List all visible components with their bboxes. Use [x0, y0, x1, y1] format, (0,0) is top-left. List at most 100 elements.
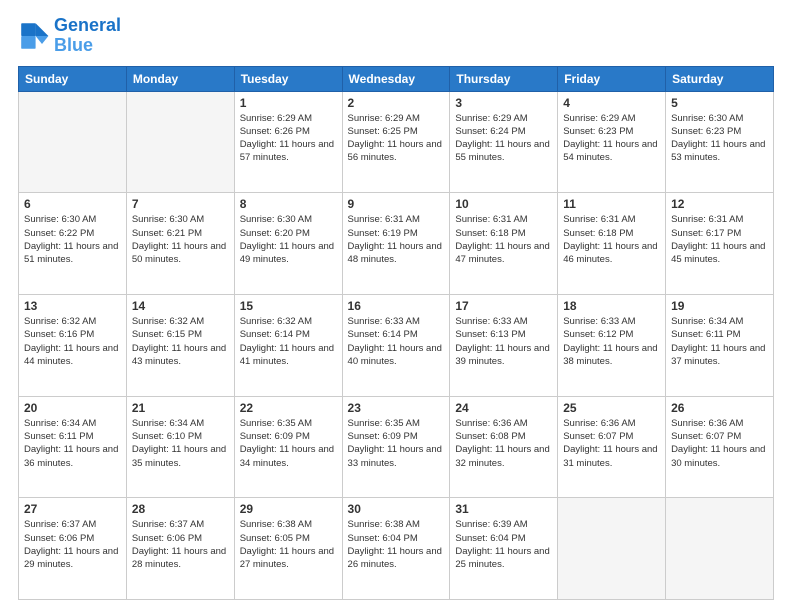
day-info: Sunrise: 6:36 AM Sunset: 6:07 PM Dayligh…: [671, 417, 768, 470]
calendar-cell: 14 Sunrise: 6:32 AM Sunset: 6:15 PM Dayl…: [126, 294, 234, 396]
page-container: General Blue SundayMondayTuesdayWednesda…: [0, 0, 792, 612]
weekday-header-monday: Monday: [126, 66, 234, 91]
calendar-cell: [19, 91, 127, 193]
calendar-week-4: 20 Sunrise: 6:34 AM Sunset: 6:11 PM Dayl…: [19, 396, 774, 498]
calendar-cell: 25 Sunrise: 6:36 AM Sunset: 6:07 PM Dayl…: [558, 396, 666, 498]
day-number: 8: [240, 197, 337, 211]
day-info: Sunrise: 6:31 AM Sunset: 6:18 PM Dayligh…: [563, 213, 660, 266]
calendar-cell: 30 Sunrise: 6:38 AM Sunset: 6:04 PM Dayl…: [342, 498, 450, 600]
day-info: Sunrise: 6:32 AM Sunset: 6:16 PM Dayligh…: [24, 315, 121, 368]
weekday-header-row: SundayMondayTuesdayWednesdayThursdayFrid…: [19, 66, 774, 91]
day-number: 7: [132, 197, 229, 211]
day-info: Sunrise: 6:33 AM Sunset: 6:12 PM Dayligh…: [563, 315, 660, 368]
calendar-table: SundayMondayTuesdayWednesdayThursdayFrid…: [18, 66, 774, 600]
day-number: 25: [563, 401, 660, 415]
weekday-header-sunday: Sunday: [19, 66, 127, 91]
day-number: 10: [455, 197, 552, 211]
day-info: Sunrise: 6:34 AM Sunset: 6:11 PM Dayligh…: [24, 417, 121, 470]
day-info: Sunrise: 6:29 AM Sunset: 6:25 PM Dayligh…: [348, 112, 445, 165]
calendar-cell: 23 Sunrise: 6:35 AM Sunset: 6:09 PM Dayl…: [342, 396, 450, 498]
day-info: Sunrise: 6:31 AM Sunset: 6:17 PM Dayligh…: [671, 213, 768, 266]
calendar-cell: 12 Sunrise: 6:31 AM Sunset: 6:17 PM Dayl…: [666, 193, 774, 295]
calendar-cell: 26 Sunrise: 6:36 AM Sunset: 6:07 PM Dayl…: [666, 396, 774, 498]
day-number: 9: [348, 197, 445, 211]
day-info: Sunrise: 6:29 AM Sunset: 6:26 PM Dayligh…: [240, 112, 337, 165]
day-number: 5: [671, 96, 768, 110]
day-number: 31: [455, 502, 552, 516]
day-number: 11: [563, 197, 660, 211]
day-number: 21: [132, 401, 229, 415]
day-info: Sunrise: 6:32 AM Sunset: 6:14 PM Dayligh…: [240, 315, 337, 368]
calendar-cell: 17 Sunrise: 6:33 AM Sunset: 6:13 PM Dayl…: [450, 294, 558, 396]
day-number: 23: [348, 401, 445, 415]
weekday-header-wednesday: Wednesday: [342, 66, 450, 91]
calendar-cell: 21 Sunrise: 6:34 AM Sunset: 6:10 PM Dayl…: [126, 396, 234, 498]
day-number: 16: [348, 299, 445, 313]
calendar-cell: 24 Sunrise: 6:36 AM Sunset: 6:08 PM Dayl…: [450, 396, 558, 498]
day-info: Sunrise: 6:30 AM Sunset: 6:20 PM Dayligh…: [240, 213, 337, 266]
day-number: 18: [563, 299, 660, 313]
logo: General Blue: [18, 16, 121, 56]
weekday-header-saturday: Saturday: [666, 66, 774, 91]
logo-text: General Blue: [54, 16, 121, 56]
day-number: 26: [671, 401, 768, 415]
day-info: Sunrise: 6:37 AM Sunset: 6:06 PM Dayligh…: [132, 518, 229, 571]
day-number: 13: [24, 299, 121, 313]
day-number: 15: [240, 299, 337, 313]
day-info: Sunrise: 6:33 AM Sunset: 6:14 PM Dayligh…: [348, 315, 445, 368]
day-info: Sunrise: 6:31 AM Sunset: 6:19 PM Dayligh…: [348, 213, 445, 266]
logo-icon: [18, 20, 50, 52]
day-number: 17: [455, 299, 552, 313]
day-info: Sunrise: 6:30 AM Sunset: 6:23 PM Dayligh…: [671, 112, 768, 165]
day-info: Sunrise: 6:29 AM Sunset: 6:23 PM Dayligh…: [563, 112, 660, 165]
weekday-header-thursday: Thursday: [450, 66, 558, 91]
day-number: 12: [671, 197, 768, 211]
day-info: Sunrise: 6:39 AM Sunset: 6:04 PM Dayligh…: [455, 518, 552, 571]
calendar-cell: 15 Sunrise: 6:32 AM Sunset: 6:14 PM Dayl…: [234, 294, 342, 396]
day-info: Sunrise: 6:33 AM Sunset: 6:13 PM Dayligh…: [455, 315, 552, 368]
day-number: 24: [455, 401, 552, 415]
calendar-week-2: 6 Sunrise: 6:30 AM Sunset: 6:22 PM Dayli…: [19, 193, 774, 295]
day-info: Sunrise: 6:34 AM Sunset: 6:10 PM Dayligh…: [132, 417, 229, 470]
calendar-cell: 2 Sunrise: 6:29 AM Sunset: 6:25 PM Dayli…: [342, 91, 450, 193]
calendar-week-3: 13 Sunrise: 6:32 AM Sunset: 6:16 PM Dayl…: [19, 294, 774, 396]
day-number: 2: [348, 96, 445, 110]
calendar-cell: 4 Sunrise: 6:29 AM Sunset: 6:23 PM Dayli…: [558, 91, 666, 193]
day-info: Sunrise: 6:34 AM Sunset: 6:11 PM Dayligh…: [671, 315, 768, 368]
calendar-cell: 18 Sunrise: 6:33 AM Sunset: 6:12 PM Dayl…: [558, 294, 666, 396]
day-number: 20: [24, 401, 121, 415]
calendar-cell: 20 Sunrise: 6:34 AM Sunset: 6:11 PM Dayl…: [19, 396, 127, 498]
day-number: 14: [132, 299, 229, 313]
calendar-cell: 22 Sunrise: 6:35 AM Sunset: 6:09 PM Dayl…: [234, 396, 342, 498]
calendar-cell: [558, 498, 666, 600]
day-info: Sunrise: 6:36 AM Sunset: 6:07 PM Dayligh…: [563, 417, 660, 470]
header: General Blue: [18, 16, 774, 56]
day-number: 19: [671, 299, 768, 313]
calendar-week-1: 1 Sunrise: 6:29 AM Sunset: 6:26 PM Dayli…: [19, 91, 774, 193]
calendar-cell: 28 Sunrise: 6:37 AM Sunset: 6:06 PM Dayl…: [126, 498, 234, 600]
weekday-header-tuesday: Tuesday: [234, 66, 342, 91]
day-info: Sunrise: 6:35 AM Sunset: 6:09 PM Dayligh…: [240, 417, 337, 470]
day-number: 6: [24, 197, 121, 211]
weekday-header-friday: Friday: [558, 66, 666, 91]
day-number: 3: [455, 96, 552, 110]
calendar-cell: 29 Sunrise: 6:38 AM Sunset: 6:05 PM Dayl…: [234, 498, 342, 600]
calendar-week-5: 27 Sunrise: 6:37 AM Sunset: 6:06 PM Dayl…: [19, 498, 774, 600]
calendar-cell: [126, 91, 234, 193]
day-info: Sunrise: 6:36 AM Sunset: 6:08 PM Dayligh…: [455, 417, 552, 470]
day-info: Sunrise: 6:32 AM Sunset: 6:15 PM Dayligh…: [132, 315, 229, 368]
day-info: Sunrise: 6:35 AM Sunset: 6:09 PM Dayligh…: [348, 417, 445, 470]
day-number: 22: [240, 401, 337, 415]
calendar-cell: 11 Sunrise: 6:31 AM Sunset: 6:18 PM Dayl…: [558, 193, 666, 295]
day-info: Sunrise: 6:29 AM Sunset: 6:24 PM Dayligh…: [455, 112, 552, 165]
day-number: 28: [132, 502, 229, 516]
calendar-cell: 1 Sunrise: 6:29 AM Sunset: 6:26 PM Dayli…: [234, 91, 342, 193]
day-number: 4: [563, 96, 660, 110]
calendar-cell: 16 Sunrise: 6:33 AM Sunset: 6:14 PM Dayl…: [342, 294, 450, 396]
calendar-cell: 19 Sunrise: 6:34 AM Sunset: 6:11 PM Dayl…: [666, 294, 774, 396]
day-info: Sunrise: 6:31 AM Sunset: 6:18 PM Dayligh…: [455, 213, 552, 266]
day-number: 27: [24, 502, 121, 516]
day-info: Sunrise: 6:38 AM Sunset: 6:05 PM Dayligh…: [240, 518, 337, 571]
calendar-cell: 7 Sunrise: 6:30 AM Sunset: 6:21 PM Dayli…: [126, 193, 234, 295]
calendar-cell: 8 Sunrise: 6:30 AM Sunset: 6:20 PM Dayli…: [234, 193, 342, 295]
